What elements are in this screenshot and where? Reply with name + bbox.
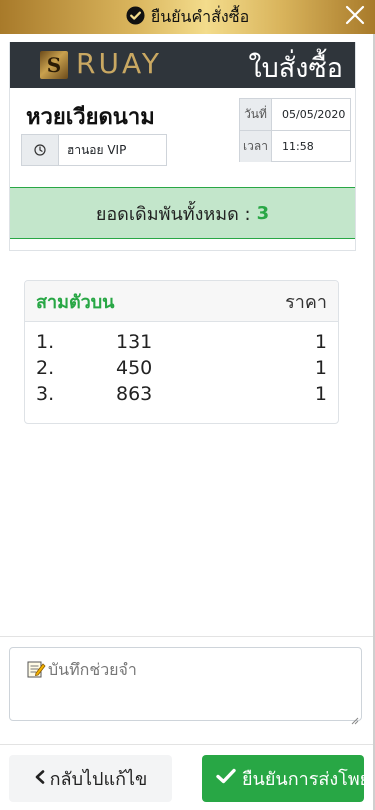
memo-textarea[interactable]: บันทึกช่วยจำ [9, 647, 362, 725]
dialog-title: ยืนยันคำสั่งซื้อ [150, 6, 250, 26]
confirm-button-label: ยืนยันการส่งโพย [242, 769, 364, 790]
lottery-name: หวยเวียดนาม [26, 105, 155, 130]
receipt-heading: ใบสั่งซื้อ [248, 53, 343, 84]
bet-amount: 1 [314, 331, 327, 353]
brand-logo-icon: S [40, 51, 68, 79]
bet-amount: 1 [314, 383, 327, 405]
memo-placeholder: บันทึกช่วยจำ [48, 660, 137, 679]
bet-row: 1. 131 1 [25, 328, 338, 354]
check-circle-icon [126, 5, 145, 29]
date-row: วันที่ 05/05/2020 [240, 99, 350, 130]
bet-number: 131 [116, 331, 153, 353]
round-info: ฮานอย VIP [21, 134, 167, 166]
total-count: 3 [256, 202, 270, 224]
time-row: เวลา 11:58 [240, 130, 350, 162]
time-value: 11:58 [282, 140, 314, 153]
dialog-title-wrap: ยืนยันคำสั่งซื้อ [0, 0, 375, 34]
date-value: 05/05/2020 [282, 108, 346, 121]
memo-placeholder-wrap: บันทึกช่วยจำ [26, 658, 137, 683]
bet-type-label: สามตัวบน [36, 291, 115, 313]
clock-icon [22, 135, 59, 165]
bets-header: สามตัวบน ราคา [25, 281, 338, 322]
order-receipt: S RUAY ใบสั่งซื้อ หวยเวียดนาม ฮานอย VIP … [9, 42, 356, 251]
bet-index: 2. [36, 357, 55, 379]
divider [0, 636, 373, 637]
total-bets-bar: ยอดเดิมพันทั้งหมด : 3 [10, 187, 355, 239]
memo-icon [26, 659, 46, 683]
bet-number: 863 [116, 383, 153, 405]
brand-mark: S [46, 53, 62, 77]
time-label: เวลา [240, 131, 272, 162]
chevron-left-icon [34, 768, 46, 789]
dialog-titlebar: ยืนยันคำสั่งซื้อ [0, 0, 375, 34]
order-datetime: วันที่ 05/05/2020 เวลา 11:58 [239, 98, 351, 162]
back-button-label: กลับไปแก้ไข [49, 769, 148, 790]
total-label: ยอดเดิมพันทั้งหมด : [95, 203, 251, 225]
bet-number: 450 [116, 357, 153, 379]
close-icon[interactable] [345, 5, 365, 29]
back-to-edit-button[interactable]: กลับไปแก้ไข [9, 755, 172, 802]
price-header: ราคา [285, 291, 327, 313]
brand-name: RUAY [76, 47, 163, 80]
round-name: ฮานอย VIP [67, 143, 127, 157]
bet-index: 3. [36, 383, 55, 405]
bet-row: 3. 863 1 [25, 380, 338, 406]
date-label: วันที่ [240, 99, 272, 130]
bet-row: 2. 450 1 [25, 354, 338, 380]
receipt-header: S RUAY ใบสั่งซื้อ [10, 42, 355, 88]
confirm-submit-button[interactable]: ยืนยันการส่งโพย [202, 755, 364, 802]
close-button[interactable] [343, 4, 367, 30]
bet-amount: 1 [314, 357, 327, 379]
resize-grip-icon[interactable] [351, 710, 359, 725]
bets-card: สามตัวบน ราคา 1. 131 1 2. 450 1 3. 863 1 [24, 280, 339, 424]
dialog-body: S RUAY ใบสั่งซื้อ หวยเวียดนาม ฮานอย VIP … [0, 34, 375, 810]
check-icon [216, 768, 236, 789]
bets-list: 1. 131 1 2. 450 1 3. 863 1 [25, 322, 338, 406]
bet-index: 1. [36, 331, 55, 353]
divider [0, 744, 373, 745]
